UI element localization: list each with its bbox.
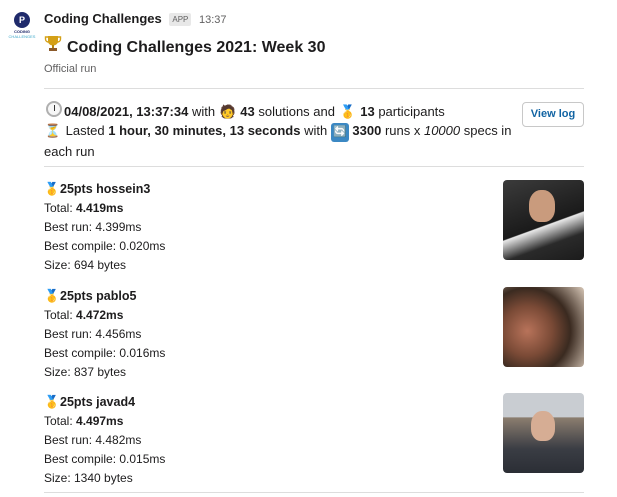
- solutions-count: 43: [240, 104, 255, 119]
- app-logo-subtext: CHALLENGES: [8, 34, 36, 39]
- divider: [44, 166, 584, 167]
- app-logo-icon: P: [14, 12, 30, 28]
- participants-count: 13: [360, 104, 375, 119]
- leaderboard-entry: 🥇25pts hossein3 Total: 4.419ms Best run:…: [44, 180, 584, 272]
- total-value: 4.472ms: [76, 308, 124, 322]
- user-avatar[interactable]: [503, 393, 584, 473]
- message-header: Coding Challenges APP 13:37: [44, 11, 227, 27]
- hourglass-clock-icon: [44, 101, 64, 120]
- run-summary: 04/08/2021, 13:37:34 with 🧑 43 solutions…: [44, 101, 514, 161]
- message-title: Coding Challenges 2021: Week 30: [44, 34, 325, 57]
- run-datetime: 04/08/2021, 13:37:34: [64, 104, 189, 119]
- entry-points-name[interactable]: 25pts javad4: [60, 395, 135, 409]
- specs-count: 10000: [423, 123, 461, 138]
- title-text: Coding Challenges 2021: Week 30: [67, 39, 326, 56]
- app-badge: APP: [169, 13, 192, 26]
- medal-icon: 🥇: [44, 289, 60, 303]
- summary-text: Lasted: [62, 123, 109, 138]
- sender-name[interactable]: Coding Challenges: [44, 11, 162, 26]
- run-duration: 1 hour, 30 minutes, 13 seconds: [108, 123, 301, 138]
- total-label: Total:: [44, 414, 77, 428]
- subtitle: Official run: [44, 63, 97, 75]
- message-timestamp[interactable]: 13:37: [199, 14, 227, 26]
- entry-size: Size: 837 bytes: [44, 365, 127, 379]
- entry-points-name[interactable]: 25pts pablo5: [60, 289, 136, 303]
- hourglass-icon: ⏳: [44, 123, 62, 138]
- total-value: 4.497ms: [76, 414, 124, 428]
- trophy-icon: [44, 34, 62, 57]
- view-log-button[interactable]: View log: [522, 102, 584, 127]
- divider: [44, 88, 584, 89]
- user-avatar[interactable]: [503, 180, 584, 260]
- repeat-icon: 🔄: [330, 123, 349, 142]
- divider: [44, 492, 584, 493]
- entry-size: Size: 694 bytes: [44, 258, 127, 272]
- medal-icon: 🥇: [44, 395, 60, 409]
- leaderboard-entry: 🥇25pts javad4 Total: 4.497ms Best run: 4…: [44, 393, 584, 485]
- summary-text: participants: [374, 104, 445, 119]
- entry-points-name[interactable]: 25pts hossein3: [60, 182, 150, 196]
- leaderboard-entry: 🥇25pts pablo5 Total: 4.472ms Best run: 4…: [44, 287, 584, 379]
- medal-icon: 🥇: [339, 104, 356, 119]
- entry-size: Size: 1340 bytes: [44, 471, 133, 485]
- medal-icon: 🥇: [44, 182, 60, 196]
- summary-text: with: [300, 123, 331, 138]
- user-avatar[interactable]: [503, 287, 584, 367]
- runs-count: 3300: [352, 123, 382, 138]
- summary-text: solutions and: [254, 104, 339, 119]
- total-label: Total:: [44, 308, 77, 322]
- summary-text: runs x: [381, 123, 424, 138]
- total-value: 4.419ms: [76, 201, 124, 215]
- total-label: Total:: [44, 201, 77, 215]
- app-avatar[interactable]: P CODING CHALLENGES: [8, 11, 36, 47]
- summary-text: with: [188, 104, 219, 119]
- technologist-icon: 🧑: [219, 104, 236, 119]
